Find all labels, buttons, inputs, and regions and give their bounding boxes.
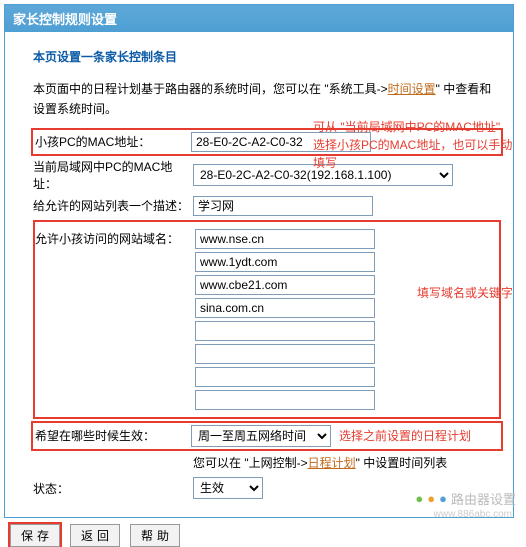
domain-input-6[interactable] xyxy=(195,367,375,387)
label-status: 状态： xyxy=(33,480,193,497)
row-domain-6 xyxy=(35,367,499,387)
logo-dot-o: ● xyxy=(427,491,435,506)
helper-text: 您可以在 "上网控制->日程计划" 中设置时间列表 xyxy=(193,453,501,473)
save-button[interactable]: 保存 xyxy=(10,524,60,547)
label-allowed-domains: 允许小孩访问的网站域名： xyxy=(35,230,195,247)
domain-input-3[interactable] xyxy=(195,298,375,318)
label-effective: 希望在哪些时候生效： xyxy=(35,427,191,444)
note-top: 可从 "当前局域网中PC的MAC地址" 选择小孩PC的MAC地址，也可以手动 填… xyxy=(313,118,513,172)
row-domain-1 xyxy=(35,252,499,272)
domain-input-4[interactable] xyxy=(195,321,375,341)
schedule-link[interactable]: 日程计划 xyxy=(308,456,356,470)
row-domain-0: 允许小孩访问的网站域名： xyxy=(35,229,499,249)
dialog: 家长控制规则设置 本页设置一条家长控制条目 本页面中的日程计划基于路由器的系统时… xyxy=(4,4,514,518)
note-top-line2: 选择小孩PC的MAC地址，也可以手动 xyxy=(313,136,513,154)
domain-input-7[interactable] xyxy=(195,390,375,410)
row-effective: 希望在哪些时候生效： 周一至周五网络时间 选择之前设置的日程计划 xyxy=(33,423,501,449)
effective-select[interactable]: 周一至周五网络时间 xyxy=(191,425,331,447)
status-select[interactable]: 生效 xyxy=(193,477,263,499)
desc-prefix: 本页面中的日程计划基于路由器的系统时间，您可以在 "系统工具-> xyxy=(33,82,388,96)
dialog-title: 家长控制规则设置 xyxy=(5,5,513,32)
label-child-mac: 小孩PC的MAC地址： xyxy=(35,133,191,150)
time-settings-link[interactable]: 时间设置 xyxy=(388,82,436,96)
row-domain-7 xyxy=(35,390,499,410)
note-domains: 填写域名或关键字 xyxy=(417,284,513,301)
row-domain-5 xyxy=(35,344,499,364)
help-button[interactable]: 帮助 xyxy=(130,524,180,547)
watermark-text: 路由器设置 xyxy=(451,489,516,508)
domains-box: 允许小孩访问的网站域名： xyxy=(33,220,501,419)
logo-dot-b: ● xyxy=(439,491,447,506)
note-top-line3: 填写 xyxy=(313,154,513,172)
row-list-desc: 给允许的网站列表一个描述： xyxy=(33,196,501,216)
row-domain-4 xyxy=(35,321,499,341)
label-list-desc: 给允许的网站列表一个描述： xyxy=(33,197,193,214)
button-bar: 保存 返回 帮助 xyxy=(10,524,526,547)
watermark-url: www.886abc.com xyxy=(434,509,512,520)
label-lan-mac: 当前局域网中PC的MAC地址： xyxy=(33,158,193,192)
domain-input-1[interactable] xyxy=(195,252,375,272)
note-schedule-inline: 选择之前设置的日程计划 xyxy=(339,427,471,444)
page-subtitle: 本页设置一条家长控制条目 xyxy=(33,48,501,65)
back-button[interactable]: 返回 xyxy=(70,524,120,547)
helper-suffix: " 中设置时间列表 xyxy=(356,456,448,470)
logo-dot-g: ● xyxy=(415,491,423,506)
list-desc-input[interactable] xyxy=(193,196,373,216)
domain-input-2[interactable] xyxy=(195,275,375,295)
domain-input-5[interactable] xyxy=(195,344,375,364)
note-top-line1: 可从 "当前局域网中PC的MAC地址" xyxy=(313,118,513,136)
dialog-content: 本页设置一条家长控制条目 本页面中的日程计划基于路由器的系统时间，您可以在 "系… xyxy=(5,32,513,517)
helper-prefix: 您可以在 "上网控制-> xyxy=(193,456,308,470)
watermark: ● ● ● 路由器设置 xyxy=(415,489,516,508)
description: 本页面中的日程计划基于路由器的系统时间，您可以在 "系统工具->时间设置" 中查… xyxy=(33,79,501,120)
domain-input-0[interactable] xyxy=(195,229,375,249)
